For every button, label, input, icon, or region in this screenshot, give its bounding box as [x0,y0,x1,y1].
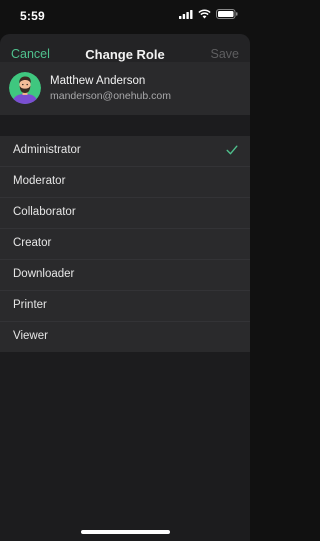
role-label: Moderator [13,175,66,187]
role-item-administrator[interactable]: Administrator [0,136,250,167]
role-item-viewer[interactable]: Viewer [0,322,250,352]
role-item-printer[interactable]: Printer [0,291,250,322]
save-button[interactable]: Save [211,47,240,61]
wifi-icon [198,9,211,19]
role-item-moderator[interactable]: Moderator [0,167,250,198]
cancel-button[interactable]: Cancel [11,47,50,61]
status-time: 5:59 [20,9,45,23]
home-indicator [81,530,170,534]
role-list: Administrator Moderator Collaborator Cre… [0,136,250,352]
checkmark-icon [226,145,238,155]
role-label: Creator [13,237,52,249]
role-item-creator[interactable]: Creator [0,229,250,260]
role-label: Downloader [13,268,75,280]
role-label: Collaborator [13,206,76,218]
battery-icon [216,9,238,19]
role-label: Viewer [13,330,48,342]
role-item-collaborator[interactable]: Collaborator [0,198,250,229]
status-bar: 5:59 [0,0,250,30]
role-label: Printer [13,299,47,311]
avatar [9,72,41,104]
role-label: Administrator [13,144,81,156]
status-icons [179,9,238,19]
cellular-signal-icon [179,9,193,19]
role-item-downloader[interactable]: Downloader [0,260,250,291]
user-email: manderson@onehub.com [50,90,171,102]
user-name: Matthew Anderson [50,75,146,87]
